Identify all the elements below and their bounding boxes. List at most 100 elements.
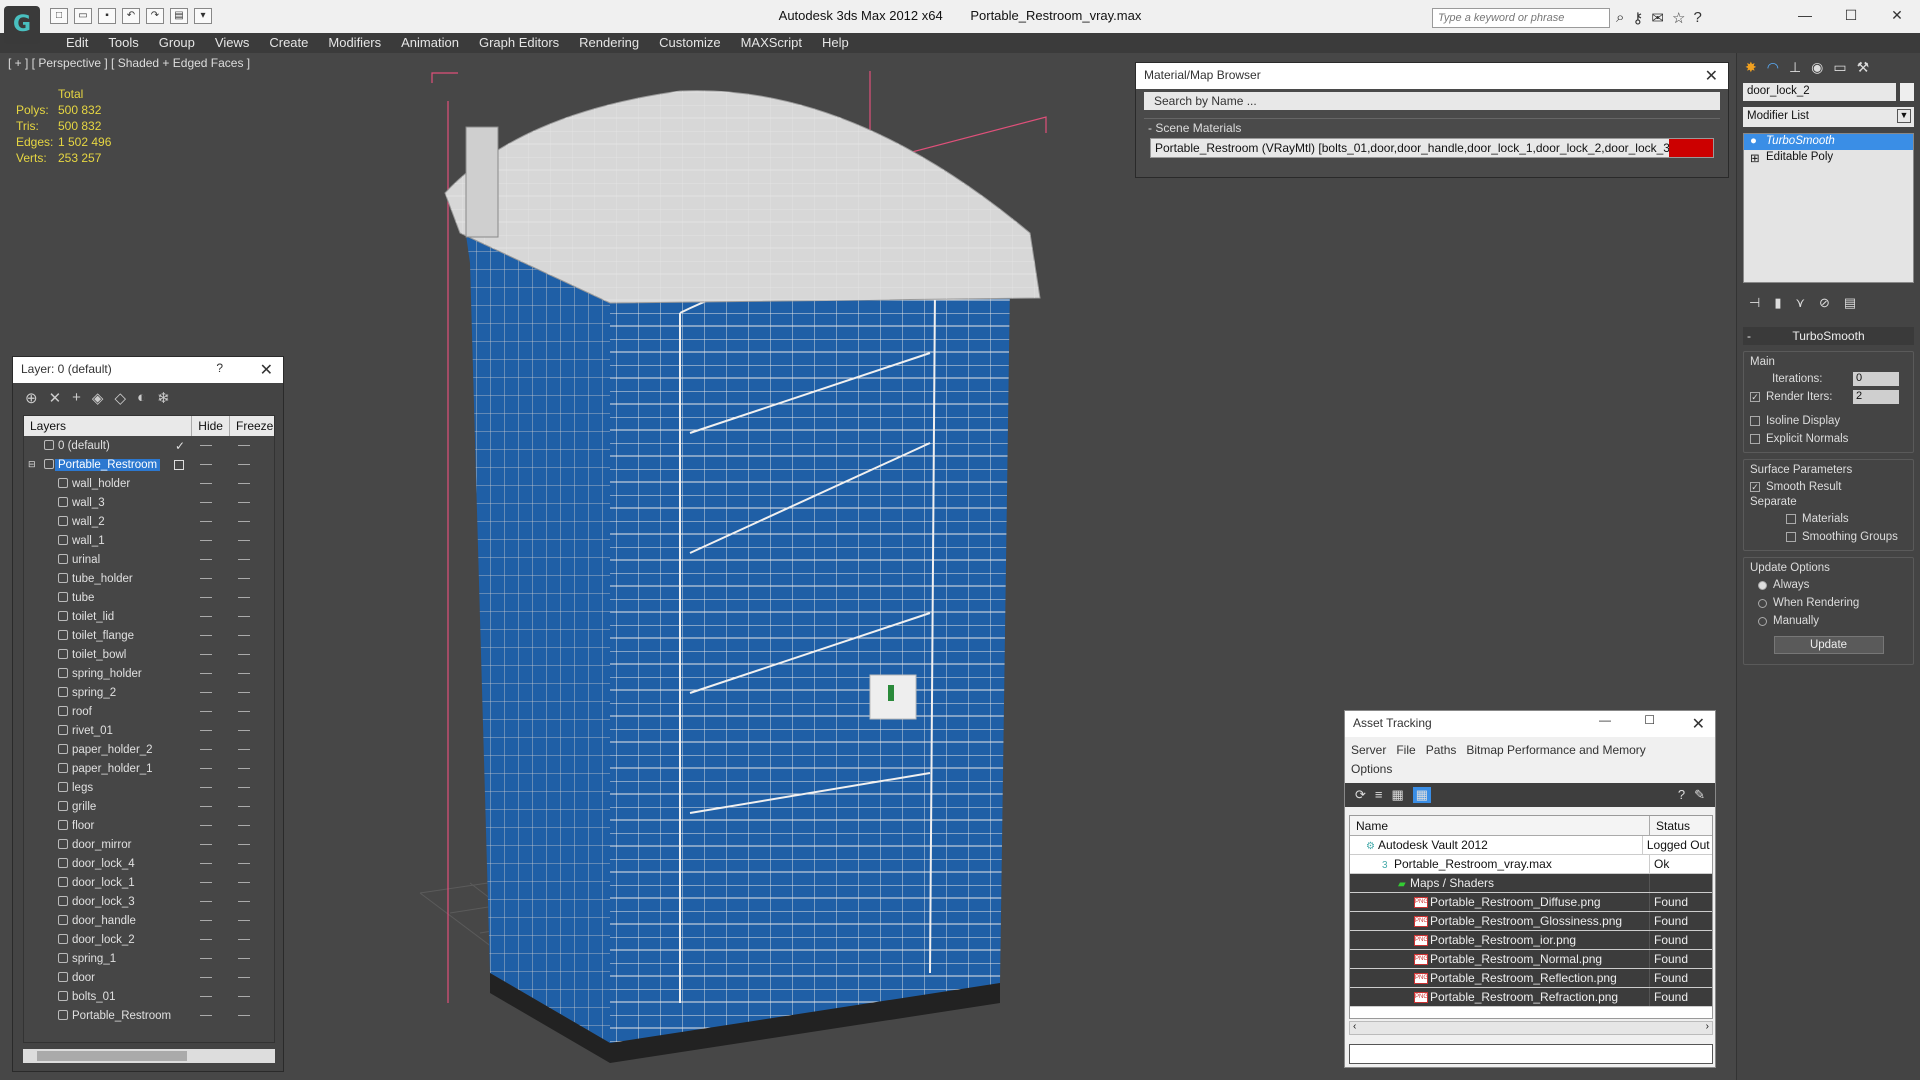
freeze-toggle[interactable] bbox=[238, 882, 250, 883]
col-freeze[interactable]: Freeze bbox=[230, 416, 274, 436]
layer-object-row[interactable]: urinal bbox=[24, 550, 274, 569]
scroll-thumb[interactable] bbox=[37, 1051, 187, 1061]
render-iters-spinner[interactable]: 2 bbox=[1853, 390, 1899, 404]
freeze-toggle[interactable] bbox=[238, 806, 250, 807]
layer-object-row[interactable]: tube_holder bbox=[24, 569, 274, 588]
freeze-toggle[interactable] bbox=[238, 483, 250, 484]
smooth-result-checkbox[interactable]: ✓ bbox=[1750, 482, 1760, 492]
hide-toggle[interactable] bbox=[200, 692, 212, 693]
modify-tab-icon[interactable]: ◠ bbox=[1767, 59, 1779, 75]
hide-toggle[interactable] bbox=[200, 787, 212, 788]
smooth-result-row[interactable]: ✓ Smooth Result bbox=[1750, 478, 1907, 496]
freeze-toggle[interactable] bbox=[238, 578, 250, 579]
hide-toggle[interactable] bbox=[200, 635, 212, 636]
current-layer-toggle[interactable] bbox=[174, 459, 184, 470]
freeze-toggle[interactable] bbox=[238, 673, 250, 674]
refresh-icon[interactable]: ⟳ bbox=[1355, 787, 1366, 803]
hide-toggle[interactable] bbox=[200, 768, 212, 769]
update-button[interactable]: Update bbox=[1773, 636, 1884, 654]
explicit-normals-checkbox[interactable] bbox=[1750, 434, 1760, 444]
freeze-toggle[interactable] bbox=[238, 939, 250, 940]
layer-object-row[interactable]: door_mirror bbox=[24, 835, 274, 854]
asset-row[interactable]: ▰ Maps / Shaders bbox=[1350, 874, 1712, 893]
hide-toggle[interactable] bbox=[200, 540, 212, 541]
layer-row-default[interactable]: 0 (default) ✓ bbox=[24, 436, 274, 455]
freeze-toggle[interactable] bbox=[238, 977, 250, 978]
material-entry[interactable]: Portable_Restroom (VRayMtl) [bolts_01,do… bbox=[1150, 138, 1714, 158]
asset-menu-bitmap-performance-and-memory[interactable]: Bitmap Performance and Memory bbox=[1466, 743, 1645, 757]
layer-object-row[interactable]: toilet_lid bbox=[24, 607, 274, 626]
hide-toggle[interactable] bbox=[200, 730, 212, 731]
hide-toggle[interactable] bbox=[200, 863, 212, 864]
layer-object-row[interactable]: rivet_01 bbox=[24, 721, 274, 740]
minimize-icon[interactable]: — bbox=[1782, 0, 1828, 30]
freeze-toggle[interactable] bbox=[238, 730, 250, 731]
hide-toggle[interactable] bbox=[200, 597, 212, 598]
freeze-toggle[interactable] bbox=[238, 692, 250, 693]
menu-item-help[interactable]: Help bbox=[812, 33, 859, 53]
isoline-checkbox[interactable] bbox=[1750, 416, 1760, 426]
pin-stack-icon[interactable]: ⊣ bbox=[1749, 295, 1760, 311]
layer-object-row[interactable]: paper_holder_1 bbox=[24, 759, 274, 778]
maximize-icon[interactable]: ☐ bbox=[1828, 0, 1874, 30]
manually-radio[interactable] bbox=[1758, 616, 1767, 626]
layer-object-row[interactable]: door_lock_4 bbox=[24, 854, 274, 873]
hide-toggle[interactable] bbox=[200, 502, 212, 503]
freeze-toggle[interactable] bbox=[238, 901, 250, 902]
scroll-right-icon[interactable]: › bbox=[1706, 1021, 1709, 1032]
motion-tab-icon[interactable]: ◉ bbox=[1811, 59, 1823, 75]
binoculars-icon[interactable]: ⌕ bbox=[1616, 9, 1624, 27]
hide-toggle[interactable] bbox=[200, 711, 212, 712]
help-icon[interactable]: ? bbox=[1678, 787, 1685, 803]
layer-hscrollbar[interactable] bbox=[23, 1049, 275, 1063]
layer-object-row[interactable]: door_handle bbox=[24, 911, 274, 930]
smoothing-groups-checkbox[interactable] bbox=[1786, 532, 1796, 542]
render-iters-checkbox[interactable]: ✓ bbox=[1750, 392, 1760, 402]
scene-materials-rollout[interactable]: - Scene Materials bbox=[1144, 118, 1720, 135]
freeze-toggle[interactable] bbox=[238, 445, 250, 446]
remove-modifier-icon[interactable]: ⊘ bbox=[1819, 295, 1830, 311]
always-row[interactable]: Always bbox=[1750, 576, 1907, 594]
delete-layer-icon[interactable]: ✕ bbox=[49, 389, 62, 407]
freeze-toggle[interactable] bbox=[238, 844, 250, 845]
freeze-toggle[interactable] bbox=[238, 996, 250, 997]
freeze-toggle[interactable] bbox=[238, 1015, 250, 1016]
maximize-icon[interactable]: ☐ bbox=[1644, 713, 1655, 727]
layer-object-row[interactable]: roof bbox=[24, 702, 274, 721]
freeze-toggle[interactable] bbox=[238, 521, 250, 522]
layer-object-row[interactable]: legs bbox=[24, 778, 274, 797]
thumbnail-icon[interactable]: ▦ bbox=[1392, 787, 1404, 803]
hide-toggle[interactable] bbox=[200, 901, 212, 902]
menu-item-tools[interactable]: Tools bbox=[98, 33, 148, 53]
object-color-swatch[interactable] bbox=[1900, 83, 1914, 101]
close-icon[interactable]: ✕ bbox=[1705, 66, 1718, 86]
layer-object-row[interactable]: wall_1 bbox=[24, 531, 274, 550]
layer-object-row[interactable]: toilet_bowl bbox=[24, 645, 274, 664]
menu-item-views[interactable]: Views bbox=[205, 33, 259, 53]
freeze-toggle[interactable] bbox=[238, 464, 250, 465]
menu-item-graph-editors[interactable]: Graph Editors bbox=[469, 33, 569, 53]
asset-row[interactable]: PNG Portable_Restroom_Glossiness.png Found bbox=[1350, 912, 1712, 931]
asset-row[interactable]: PNG Portable_Restroom_Diffuse.png Found bbox=[1350, 893, 1712, 912]
hide-toggle[interactable] bbox=[200, 1015, 212, 1016]
layer-object-row[interactable]: door_lock_3 bbox=[24, 892, 274, 911]
layer-object-row[interactable]: wall_holder bbox=[24, 474, 274, 493]
menu-item-create[interactable]: Create bbox=[259, 33, 318, 53]
hide-toggle[interactable] bbox=[200, 673, 212, 674]
freeze-toggle[interactable] bbox=[238, 825, 250, 826]
turbosmooth-rollout-header[interactable]: - TurboSmooth bbox=[1743, 327, 1914, 345]
col-hide[interactable]: Hide bbox=[192, 416, 230, 436]
freeze-toggle[interactable] bbox=[238, 787, 250, 788]
asset-menu-file[interactable]: File bbox=[1396, 743, 1415, 757]
hierarchy-tab-icon[interactable]: ⊥ bbox=[1789, 59, 1801, 75]
layer-object-row[interactable]: wall_2 bbox=[24, 512, 274, 531]
layer-object-row[interactable]: bolts_01 bbox=[24, 987, 274, 1006]
layer-object-row[interactable]: paper_holder_2 bbox=[24, 740, 274, 759]
menu-item-animation[interactable]: Animation bbox=[391, 33, 469, 53]
hide-toggle[interactable] bbox=[200, 844, 212, 845]
help-icon[interactable]: ? bbox=[1693, 9, 1701, 27]
when-rendering-row[interactable]: When Rendering bbox=[1750, 594, 1907, 612]
context-help-icon[interactable]: ✎ bbox=[1694, 787, 1705, 803]
always-radio[interactable] bbox=[1758, 580, 1767, 590]
layer-object-row[interactable]: floor bbox=[24, 816, 274, 835]
